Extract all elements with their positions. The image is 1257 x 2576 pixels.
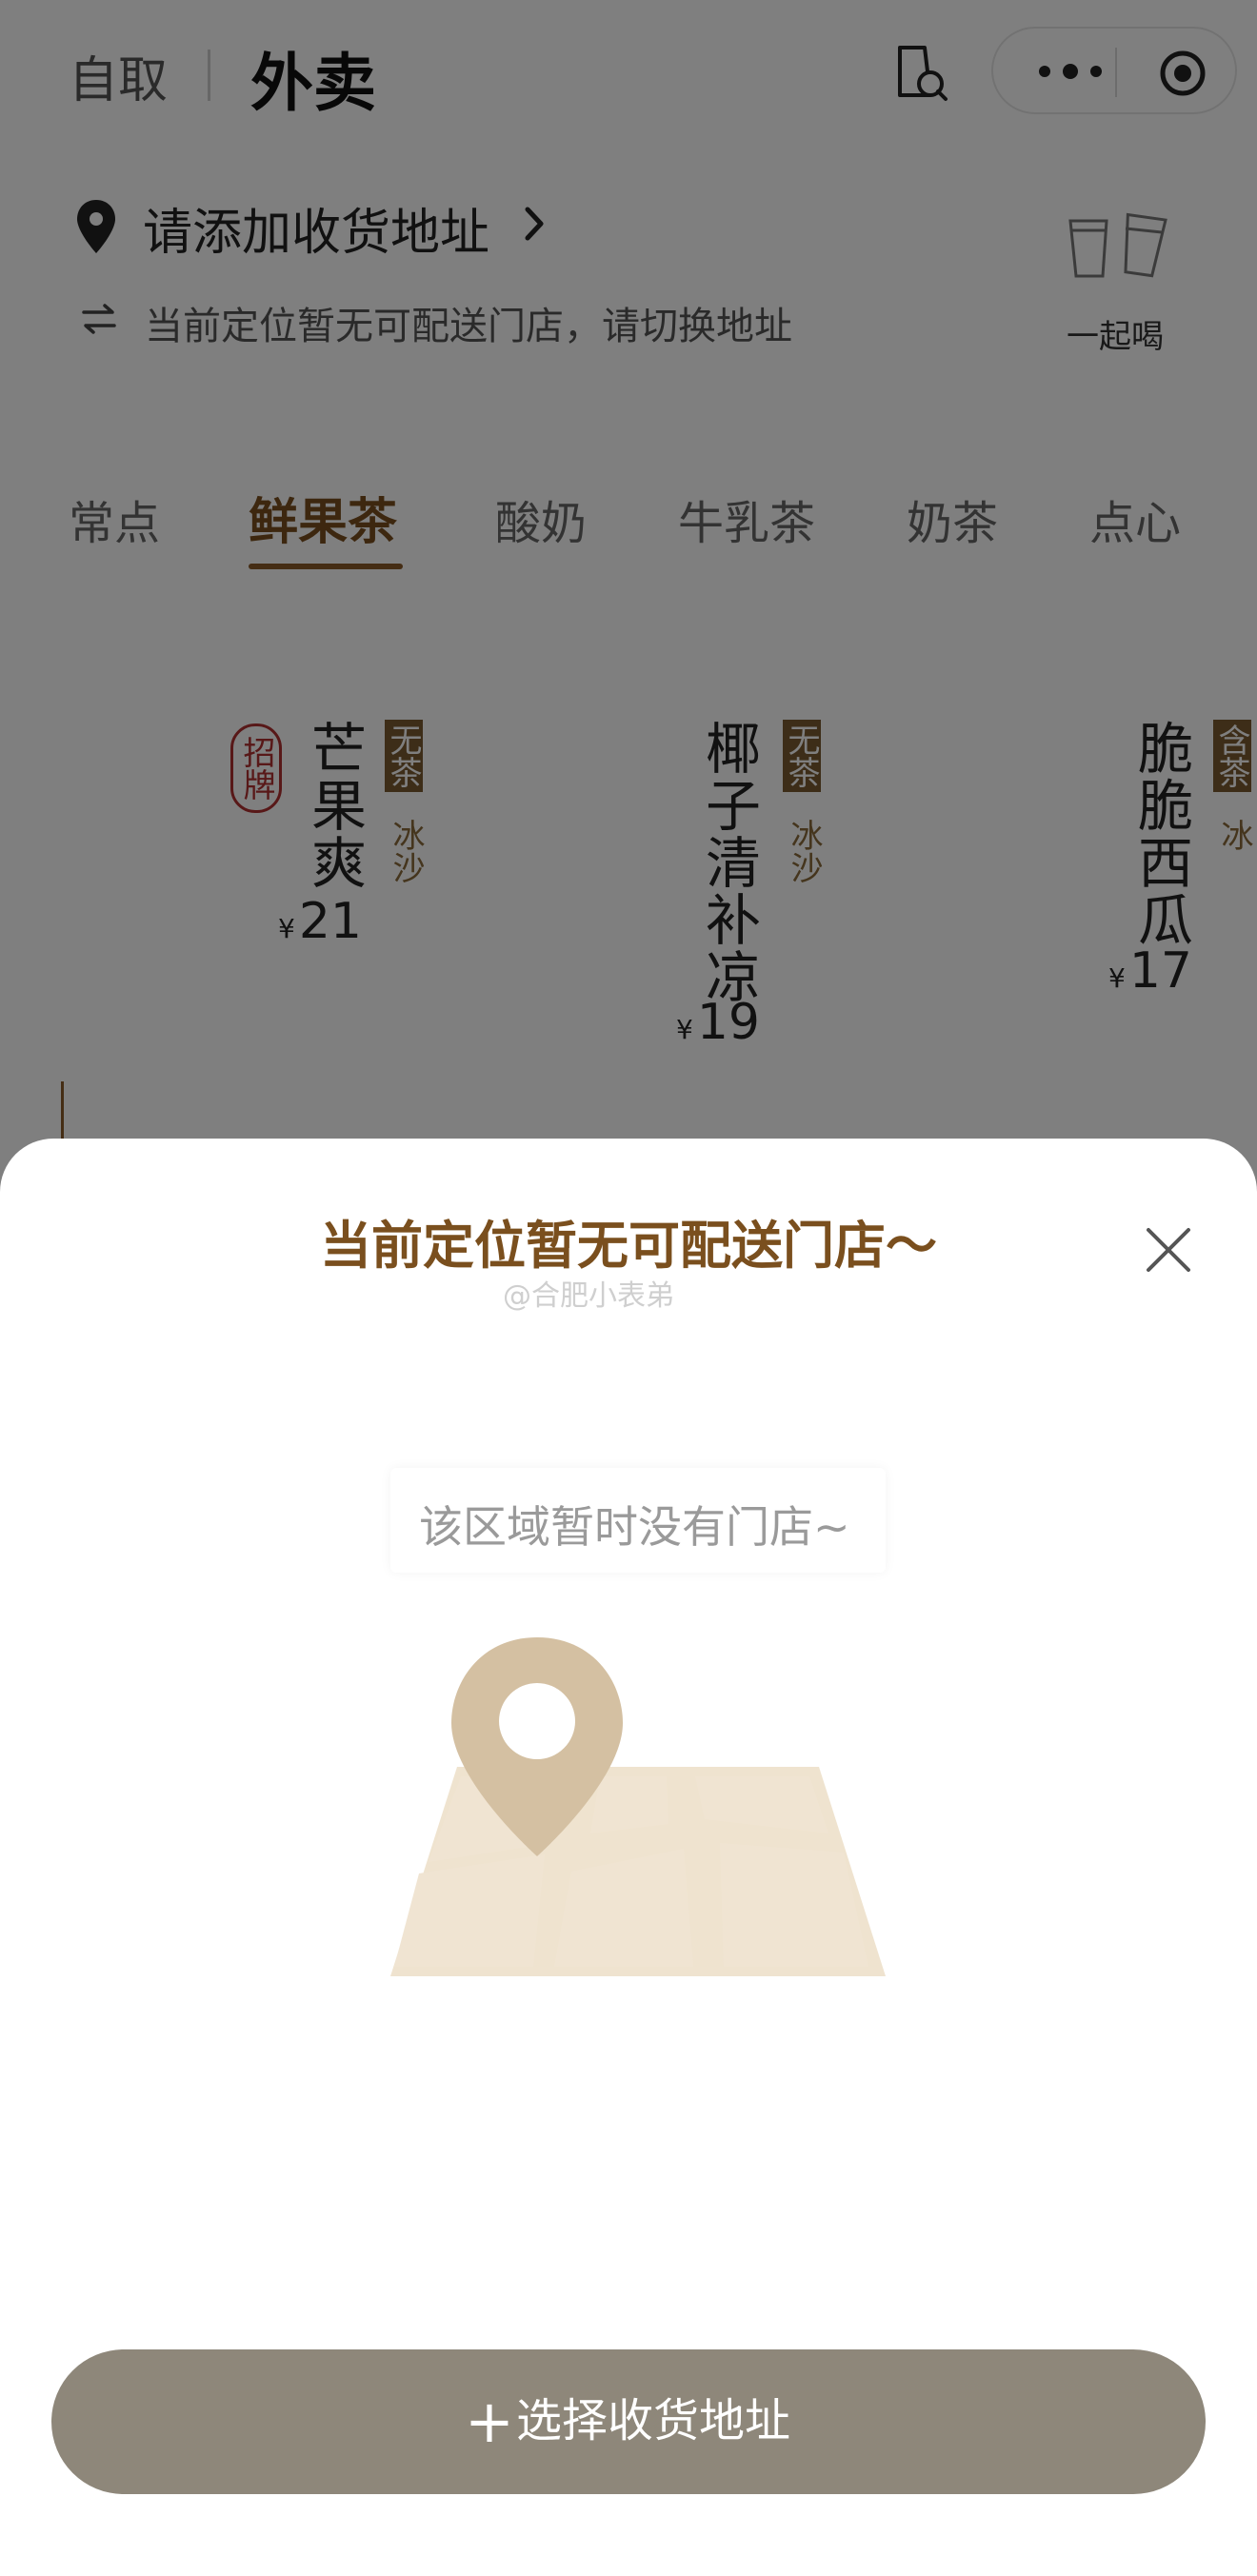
empty-message: 该区域暂时没有门店~ [419, 1501, 850, 1553]
bottom-sheet: 当前定位暂无可配送门店～ @合肥小表弟 该区域暂时没有门店~ + 选择收货地址 [0, 1139, 1257, 2576]
close-icon[interactable] [1141, 1222, 1196, 1278]
sheet-title: 当前定位暂无可配送门店～ [320, 1216, 937, 1276]
watermark: @合肥小表弟 [503, 1279, 674, 1313]
plus-icon: + [465, 2387, 514, 2456]
map-pin-illustration [390, 1637, 886, 1976]
select-address-button[interactable]: + 选择收货地址 [51, 2349, 1206, 2494]
empty-message-box: 该区域暂时没有门店~ [390, 1468, 886, 1573]
select-address-label: 选择收货地址 [516, 2394, 791, 2447]
